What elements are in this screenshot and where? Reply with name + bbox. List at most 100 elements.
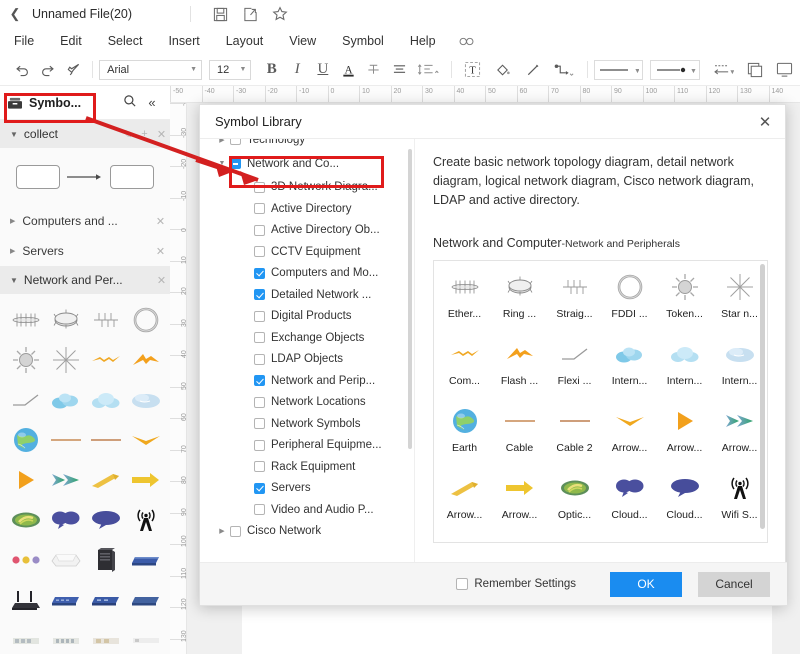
menu-select[interactable]: Select — [95, 28, 156, 54]
close-icon[interactable]: ✕ — [151, 245, 170, 258]
tree-checkbox[interactable] — [254, 310, 265, 322]
edit-icon[interactable]: ✎ — [119, 128, 136, 141]
tree-checkbox[interactable] — [254, 246, 265, 258]
preview-symbol-cell[interactable]: Intern... — [657, 334, 712, 401]
preview-symbol-cell[interactable]: Intern... — [602, 334, 657, 401]
back-icon[interactable]: ❮ — [0, 6, 30, 22]
rack-unit-2-icon[interactable] — [46, 620, 86, 654]
font-color-button[interactable]: A — [336, 57, 362, 83]
preview-symbol-cell[interactable]: Flexi ... — [547, 334, 602, 401]
menu-symbol[interactable]: Symbol — [329, 28, 397, 54]
tree-node[interactable]: ▶ Digital Products — [200, 306, 414, 328]
preview-symbol-cell[interactable]: Cable — [492, 401, 547, 468]
underline-button[interactable]: U — [310, 57, 336, 83]
category-tree-pane[interactable]: ▶Technology▼Network and Co...▶3D Network… — [200, 139, 415, 564]
format-painter-icon[interactable] — [61, 57, 87, 83]
menu-edit[interactable]: Edit — [47, 28, 95, 54]
preview-symbol-cell[interactable]: Wifi S... — [712, 468, 767, 535]
optical-disc-icon[interactable] — [6, 500, 46, 540]
cloud-bubble-1-icon[interactable] — [46, 500, 86, 540]
tree-checkbox[interactable] — [254, 375, 265, 387]
double-chevron-left-icon[interactable]: « — [141, 95, 163, 110]
export-icon[interactable] — [235, 3, 265, 25]
tree-node[interactable]: ▶ Active Directory Ob... — [200, 220, 414, 242]
flexible-link-icon[interactable] — [6, 380, 46, 420]
preview-symbol-cell[interactable]: Intern... — [712, 334, 767, 401]
menu-file[interactable]: File — [0, 28, 47, 54]
tree-checkbox[interactable] — [230, 139, 241, 146]
straight-bus-icon[interactable] — [86, 300, 126, 340]
font-size-select[interactable]: 12 ▼ — [209, 59, 252, 80]
preview-symbol-cell[interactable]: Arrow... — [657, 401, 712, 468]
rack-unit-1-icon[interactable] — [6, 620, 46, 654]
ring-network-icon[interactable] — [46, 300, 86, 340]
earth-globe-icon[interactable] — [6, 420, 46, 460]
preview-symbol-cell[interactable]: Token... — [657, 267, 712, 334]
fill-bucket-icon[interactable] — [488, 57, 518, 83]
tree-node[interactable]: ▶ Network Locations — [200, 392, 414, 414]
menu-layout[interactable]: Layout — [213, 28, 277, 54]
tree-node[interactable]: ▶ Video and Audio P... — [200, 499, 414, 521]
layer-icon[interactable] — [740, 57, 770, 83]
tree-checkbox[interactable] — [254, 353, 265, 365]
fddi-ring-icon[interactable] — [126, 300, 166, 340]
tree-checkbox[interactable] — [254, 439, 265, 451]
tree-node[interactable]: ▶ CCTV Equipment — [200, 241, 414, 263]
preview-symbol-cell[interactable]: Cloud... — [657, 468, 712, 535]
tree-node[interactable]: ▶ Technology — [200, 139, 414, 151]
text-box-icon[interactable]: T — [457, 57, 487, 83]
tree-node[interactable]: ▶ Computers and Mo... — [200, 263, 414, 285]
pen-icon[interactable] — [518, 57, 548, 83]
preview-symbol-cell[interactable]: Earth — [437, 401, 492, 468]
star-network-icon[interactable] — [46, 340, 86, 380]
preview-symbol-cell[interactable]: Flash ... — [492, 334, 547, 401]
chevron-right-icon[interactable]: ▶ — [214, 139, 230, 144]
menu-help[interactable]: Help — [397, 28, 449, 54]
cancel-button[interactable]: Cancel — [698, 571, 770, 597]
preview-symbol-cell[interactable]: Straig... — [547, 267, 602, 334]
search-icon[interactable] — [119, 94, 141, 111]
close-icon[interactable]: ✕ — [153, 274, 170, 287]
tree-node[interactable]: ▶ Servers — [200, 478, 414, 500]
tree-checkbox[interactable] — [254, 396, 265, 408]
tree-checkbox[interactable] — [230, 525, 241, 537]
cloud-bubble-2-icon[interactable] — [86, 500, 126, 540]
token-ring-icon[interactable] — [6, 340, 46, 380]
cable-2-icon[interactable] — [86, 420, 126, 460]
switch-blue-2-icon[interactable] — [46, 580, 86, 620]
preview-symbol-cell[interactable]: Optic... — [547, 468, 602, 535]
wifi-tower-icon[interactable] — [126, 500, 166, 540]
preview-symbol-cell[interactable]: Arrow... — [602, 401, 657, 468]
sidebar-item-servers[interactable]: ▶ Servers ✕ — [0, 236, 170, 266]
remember-settings-checkbox[interactable]: Remember Settings — [456, 578, 576, 590]
preview-symbol-cell[interactable]: Arrow... — [492, 468, 547, 535]
tree-checkbox[interactable] — [254, 504, 265, 516]
internet-cloud-3-icon[interactable] — [126, 380, 166, 420]
menu-view[interactable]: View — [276, 28, 329, 54]
preview-scrollbar[interactable] — [760, 264, 765, 529]
preview-symbol-cell[interactable]: Cable 2 — [547, 401, 602, 468]
tree-checkbox[interactable] — [254, 418, 265, 430]
tree-node[interactable]: ▶ Peripheral Equipme... — [200, 435, 414, 457]
symbol-preview-box[interactable]: Ether... Ring ... Straig... FDDI ... Token..… — [433, 260, 768, 543]
white-device-icon[interactable] — [46, 540, 86, 580]
comm-link-icon[interactable] — [86, 340, 126, 380]
chevron-right-icon[interactable]: ▶ — [214, 527, 230, 535]
overflow-menu-icon[interactable] — [459, 36, 474, 47]
sidebar-group-collect[interactable]: ▼ collect ✎ + ✕ — [0, 120, 170, 148]
tree-checkbox[interactable] — [254, 461, 265, 473]
close-icon[interactable]: ✕ — [153, 128, 170, 141]
arrow-triangle-icon[interactable] — [6, 460, 46, 500]
preview-symbol-cell[interactable]: Arrow... — [712, 401, 767, 468]
preview-symbol-cell[interactable]: Ether... — [437, 267, 492, 334]
rounded-rect-shape[interactable] — [16, 165, 60, 189]
arrow-gradient-icon[interactable] — [46, 460, 86, 500]
internet-cloud-2-icon[interactable] — [86, 380, 126, 420]
preview-symbol-cell[interactable]: Cloud... — [602, 468, 657, 535]
tree-checkbox[interactable] — [254, 203, 265, 215]
sidebar-item-computers-and[interactable]: ▶ Computers and ... ✕ — [0, 206, 170, 236]
rounded-rect-shape[interactable] — [110, 165, 154, 189]
tree-node[interactable]: ▶ Detailed Network ... — [200, 284, 414, 306]
save-icon[interactable] — [205, 3, 235, 25]
flash-link-icon[interactable] — [126, 340, 166, 380]
